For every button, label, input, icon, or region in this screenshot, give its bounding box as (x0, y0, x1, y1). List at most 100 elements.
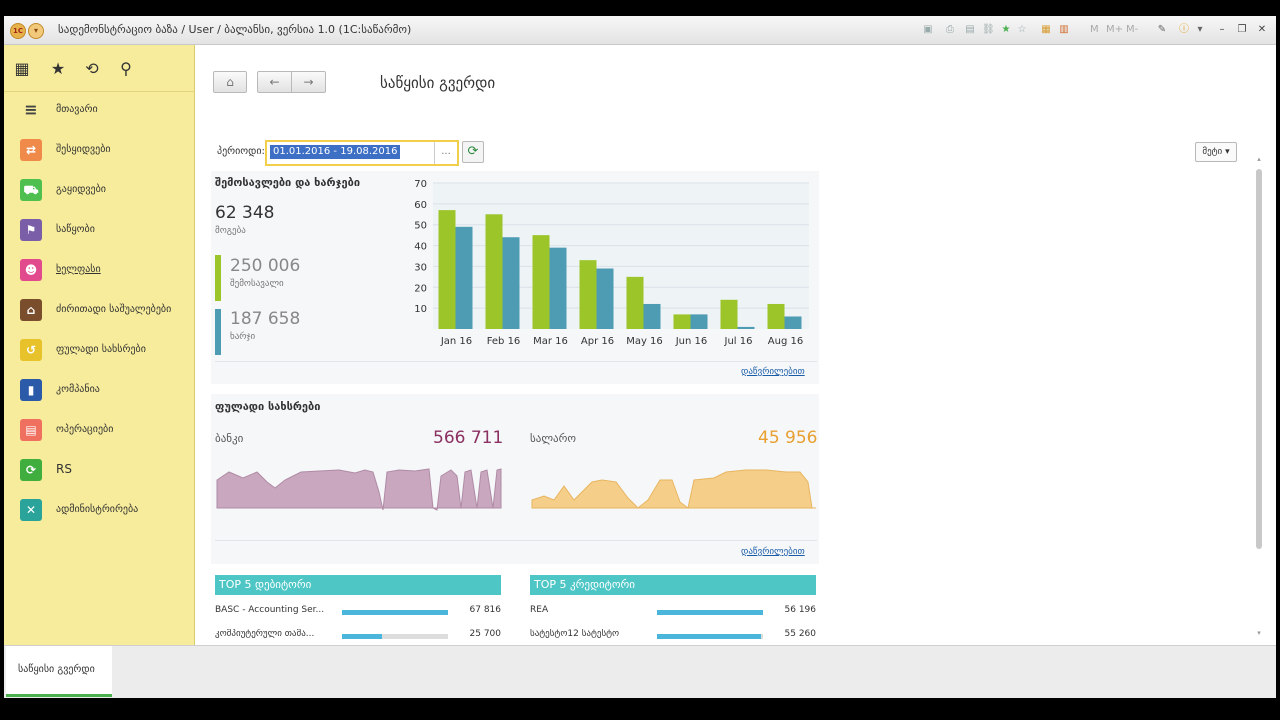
period-select-button[interactable]: ... (434, 142, 457, 164)
back-button[interactable]: ← (257, 71, 292, 93)
income-bar (767, 303, 785, 329)
income-bar (485, 214, 503, 329)
building-icon: ▮ (20, 379, 42, 401)
main-menu-icon[interactable]: ▾ (28, 23, 44, 39)
creditor-bar-fill (657, 634, 761, 639)
period-input[interactable]: 01.01.2016 - 19.08.2016 ... (265, 140, 459, 166)
creditor-bar-fill (657, 610, 763, 615)
tools-icon: ✕ (20, 499, 42, 521)
close-icon[interactable]: ✕ (1256, 24, 1268, 36)
sidebar-item-administration[interactable]: ✕ ადმინისტრირება (4, 491, 194, 531)
forward-button[interactable]: → (291, 71, 326, 93)
restore-icon[interactable]: ❐ (1236, 24, 1248, 36)
x-tick-label: Feb 16 (487, 336, 521, 347)
sidebar-item-fixed-assets[interactable]: ⌂ ძირითადი საშუალებები (4, 291, 194, 331)
y-tick-label: 60 (414, 200, 427, 211)
expense-bar-marker (215, 309, 221, 355)
calculator-icon[interactable]: ▦ (1040, 24, 1052, 36)
creditor-row[interactable]: REA 56 196 (530, 605, 816, 619)
1c-logo-icon[interactable]: 1C (10, 23, 26, 39)
cash-title: ფულადი სახსრები (215, 400, 321, 413)
x-tick-label: Apr 16 (581, 336, 614, 347)
sidebar-item-cash[interactable]: ↺ ფულადი სახსრები (4, 331, 194, 371)
sidebar-item-label: ფულადი სახსრები (56, 344, 146, 355)
y-tick-label: 20 (414, 283, 427, 294)
vertical-scrollbar[interactable]: ▴ ▾ (1255, 155, 1263, 637)
income-bar (720, 299, 738, 329)
print-icon[interactable]: ⎙ (944, 24, 956, 36)
history-icon[interactable]: ⟲ (82, 59, 102, 79)
sidebar-item-warehouse[interactable]: ⚑ საწყობი (4, 211, 194, 251)
operations-icon: ▤ (20, 419, 42, 441)
history-icon[interactable]: ☆ (1016, 24, 1028, 36)
sidebar-item-label: მთავარი (56, 104, 98, 115)
scrollbar-thumb[interactable] (1256, 169, 1262, 549)
sidebar-item-salary[interactable]: ☻ ხელფასი (4, 251, 194, 291)
income-details-link[interactable]: დაწვრილებით (741, 367, 805, 377)
tools-icon[interactable]: ✎ (1156, 24, 1168, 36)
top5-creditors-header[interactable]: TOP 5 კრედიტორი (530, 575, 816, 595)
sidebar-item-label: ძირითადი საშუალებები (56, 304, 172, 315)
debtor-row[interactable]: კომპიუტერული თამა... 25 700 (215, 629, 501, 643)
scroll-up-icon[interactable]: ▴ (1255, 155, 1263, 163)
tab-start-page[interactable]: საწყისი გვერდი (6, 646, 112, 697)
y-tick-label: 10 (414, 304, 427, 315)
more-button[interactable]: მეტი ▾ (1195, 142, 1237, 162)
cash-desk-value: 45 956 (758, 428, 818, 448)
sidebar-item-company[interactable]: ▮ კომპანია (4, 371, 194, 411)
sidebar-item-label: შესყიდვები (56, 144, 111, 155)
search-icon[interactable]: ⚲ (116, 59, 136, 79)
top5-debtors-header[interactable]: TOP 5 დებიტორი (215, 575, 501, 595)
expense-bar (455, 226, 473, 329)
cart-icon: ⛟ (20, 179, 42, 201)
save-icon[interactable]: ▣ (922, 24, 934, 36)
creditor-row[interactable]: სატესტო12 სატესტო 55 260 (530, 629, 816, 643)
debtor-row[interactable]: BASC - Accounting Ser... 67 816 (215, 605, 501, 619)
calendar-icon[interactable]: ▥ (1058, 24, 1070, 36)
expense-bar (643, 303, 661, 329)
link-icon[interactable]: ⛓ (982, 24, 995, 36)
memory-plus-button[interactable]: M+ (1106, 24, 1123, 35)
home-button[interactable]: ⌂ (213, 71, 247, 93)
sidebar-item-rs[interactable]: ⟳ RS (4, 451, 194, 491)
page-title: საწყისი გვერდი (380, 74, 496, 92)
apps-grid-icon[interactable]: ▦ (12, 59, 32, 79)
sidebar-item-label: ხელფასი (56, 264, 101, 275)
sidebar-item-sales[interactable]: ⛟ გაყიდვები (4, 171, 194, 211)
print-preview-icon[interactable]: ▤ (964, 24, 976, 36)
y-tick-label: 50 (414, 221, 427, 232)
sidebar-item-purchases[interactable]: ⇄ შესყიდვები (4, 131, 194, 171)
scroll-down-icon[interactable]: ▾ (1255, 629, 1263, 637)
cash-desk-label: სალარო (530, 432, 577, 445)
expense-bar (784, 316, 802, 329)
cash-details-link[interactable]: დაწვრილებით (741, 547, 805, 557)
expense-bar (549, 247, 567, 329)
memory-m-button[interactable]: M (1090, 24, 1099, 35)
info-icon[interactable]: ⓘ (1178, 24, 1190, 36)
main-content: ⌂ ← → საწყისი გვერდი პერიოდი: 01.01.2016… (195, 45, 1276, 645)
open-windows-bar: საწყისი გვერდი (4, 645, 1276, 698)
x-tick-label: Aug 16 (768, 336, 803, 347)
sidebar-item-label: საწყობი (56, 224, 95, 235)
bank-label: ბანკი (215, 432, 244, 445)
favorites-star-icon[interactable]: ★ (48, 59, 68, 79)
bank-value: 566 711 (433, 428, 504, 448)
income-bar (673, 314, 691, 329)
sidebar-item-operations[interactable]: ▤ ოპერაციები (4, 411, 194, 451)
expense-bar (502, 237, 520, 329)
divider (215, 540, 817, 541)
sidebar-item-main[interactable]: ≡ მთავარი (4, 91, 194, 131)
favorites-add-icon[interactable]: ★ (1000, 24, 1012, 36)
cash-area-chart (531, 469, 816, 509)
minimize-icon[interactable]: – (1216, 24, 1228, 36)
income-bar (438, 210, 456, 329)
expense-bar (690, 314, 708, 329)
chevron-down-icon[interactable]: ▾ (1194, 24, 1206, 36)
y-tick-label: 30 (414, 262, 427, 273)
memory-minus-button[interactable]: M- (1126, 24, 1138, 35)
rs-icon: ⟳ (20, 459, 42, 481)
refresh-icon[interactable]: ⟳ (462, 141, 484, 163)
expense-label: ხარჯი (230, 332, 256, 342)
bank-area-series (216, 468, 502, 511)
debtor-bar-fill (342, 610, 448, 615)
